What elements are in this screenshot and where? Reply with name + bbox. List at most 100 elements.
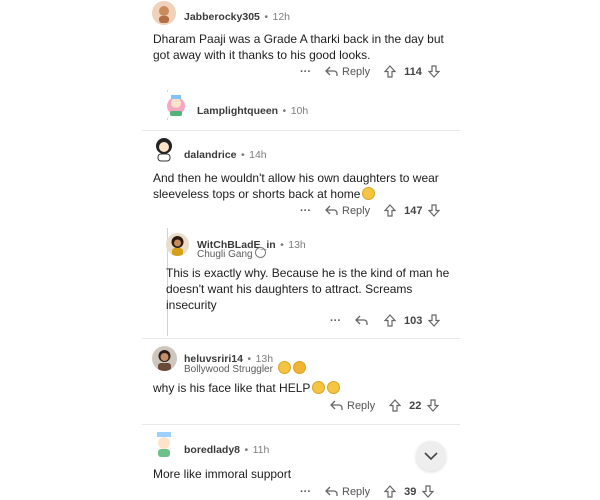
divider xyxy=(142,424,460,425)
avatar-icon xyxy=(167,95,185,116)
username[interactable]: boredlady8 xyxy=(184,444,240,456)
comment-text-content: And then he wouldn't allow his own daugh… xyxy=(153,171,439,201)
avatar[interactable] xyxy=(152,431,176,458)
username[interactable]: Jabberocky305 xyxy=(184,11,260,23)
emoji-icon xyxy=(277,361,291,374)
comment-actions: Reply 22 xyxy=(330,399,440,412)
downvote-button[interactable] xyxy=(428,204,441,217)
reply-label: Reply xyxy=(342,485,371,498)
separator: • xyxy=(244,444,249,456)
avatar[interactable] xyxy=(164,92,188,118)
reply-label: Reply xyxy=(347,399,376,412)
avatar[interactable] xyxy=(152,1,176,25)
comment-text: More like immoral support xyxy=(153,467,292,481)
avatar-icon xyxy=(152,1,176,25)
reply-icon xyxy=(325,486,338,496)
timestamp: 10h xyxy=(290,105,309,117)
scroll-down-button[interactable] xyxy=(416,441,446,471)
separator: • xyxy=(240,149,245,161)
reply-button[interactable]: Reply xyxy=(325,486,370,498)
upvote-button[interactable] xyxy=(384,204,397,217)
avatar[interactable] xyxy=(152,346,177,371)
reply-button[interactable]: Reply xyxy=(325,66,370,78)
upvote-icon xyxy=(384,485,397,498)
downvote-icon xyxy=(428,314,441,327)
comment-actions: ··· Reply 147 xyxy=(300,204,441,217)
more-options-icon[interactable]: ··· xyxy=(300,486,311,498)
comment-text: why is his face like that HELP xyxy=(153,380,448,396)
emoji-icon xyxy=(362,187,376,200)
comment-text-content: why is his face like that HELP xyxy=(153,381,311,395)
avatar-icon xyxy=(156,138,172,162)
upvote-button[interactable] xyxy=(389,399,402,412)
reply-button[interactable] xyxy=(355,315,368,326)
flair-text: Bollywood Struggler xyxy=(184,364,273,375)
vote-count: 103 xyxy=(404,314,423,327)
downvote-icon xyxy=(428,204,441,217)
upvote-button[interactable] xyxy=(384,314,396,327)
reply-icon xyxy=(330,400,343,410)
username[interactable]: dalandrice xyxy=(184,149,237,161)
reply-icon xyxy=(325,205,338,215)
downvote-button[interactable] xyxy=(422,485,435,498)
reply-label: Reply xyxy=(342,65,371,78)
comment-text: And then he wouldn't allow his own daugh… xyxy=(153,170,448,202)
vote-count: 147 xyxy=(404,204,423,217)
chevron-down-icon xyxy=(424,451,438,460)
more-options-icon[interactable]: ··· xyxy=(300,205,311,217)
comment-actions: ··· Reply 39 xyxy=(300,485,435,498)
comment-header: dalandrice • 14h xyxy=(184,145,267,163)
emoji-icon xyxy=(292,361,306,374)
reply-icon xyxy=(325,66,338,76)
reply-button[interactable]: Reply xyxy=(325,205,370,217)
comment-header: Lamplightqueen • 10h xyxy=(197,101,308,119)
divider xyxy=(142,130,460,131)
separator: • xyxy=(280,239,284,251)
more-options-icon[interactable]: ··· xyxy=(300,66,311,78)
reply-label: Reply xyxy=(342,204,371,217)
comment-header: Jabberocky305 • 12h xyxy=(184,7,290,25)
downvote-button[interactable] xyxy=(427,65,440,78)
comment-actions: ··· Reply 114 xyxy=(300,65,440,78)
downvote-button[interactable] xyxy=(427,399,440,412)
upvote-icon xyxy=(384,204,397,217)
upvote-button[interactable] xyxy=(384,485,397,498)
timestamp: 14h xyxy=(249,149,267,161)
crying-laughing-icon xyxy=(327,381,341,394)
username[interactable]: Lamplightqueen xyxy=(197,105,278,117)
downvote-icon xyxy=(427,399,440,412)
avatar[interactable] xyxy=(166,233,189,256)
comment-thread: Jabberocky305 • 12h Dharam Paaji was a G… xyxy=(142,0,460,500)
downvote-button[interactable] xyxy=(428,314,441,327)
vote-count: 22 xyxy=(409,399,422,412)
downvote-icon xyxy=(427,65,440,78)
timestamp: 13h xyxy=(288,239,306,251)
separator: • xyxy=(264,11,269,23)
timestamp: 11h xyxy=(252,444,270,456)
more-options-icon[interactable]: ··· xyxy=(330,315,341,327)
vote-count: 114 xyxy=(404,65,422,78)
reply-icon xyxy=(355,315,368,325)
upvote-icon xyxy=(384,314,396,327)
crying-laughing-icon xyxy=(312,381,326,394)
vote-count: 39 xyxy=(404,485,417,498)
separator: • xyxy=(282,105,287,117)
upvote-icon xyxy=(384,65,397,78)
comment-text: This is exactly why. Because he is the k… xyxy=(166,266,450,312)
timestamp: 12h xyxy=(272,11,291,23)
comment-text: Dharam Paaji was a Grade A tharki back i… xyxy=(153,32,444,62)
avatar[interactable] xyxy=(152,136,176,162)
reply-button[interactable]: Reply xyxy=(330,400,375,412)
avatar-icon xyxy=(166,233,189,256)
comment-header: boredlady8 • 11h xyxy=(184,440,269,458)
avatar-icon xyxy=(157,432,171,457)
flair-text: Chugli Gang xyxy=(197,249,253,260)
user-flair: Bollywood Struggler xyxy=(184,361,306,375)
upvote-icon xyxy=(389,399,402,412)
upvote-button[interactable] xyxy=(384,65,397,78)
divider xyxy=(142,338,460,339)
downvote-icon xyxy=(422,485,435,498)
flair-icon xyxy=(255,247,267,258)
comment-actions: ··· 103 xyxy=(330,314,441,327)
avatar-icon xyxy=(152,346,177,371)
